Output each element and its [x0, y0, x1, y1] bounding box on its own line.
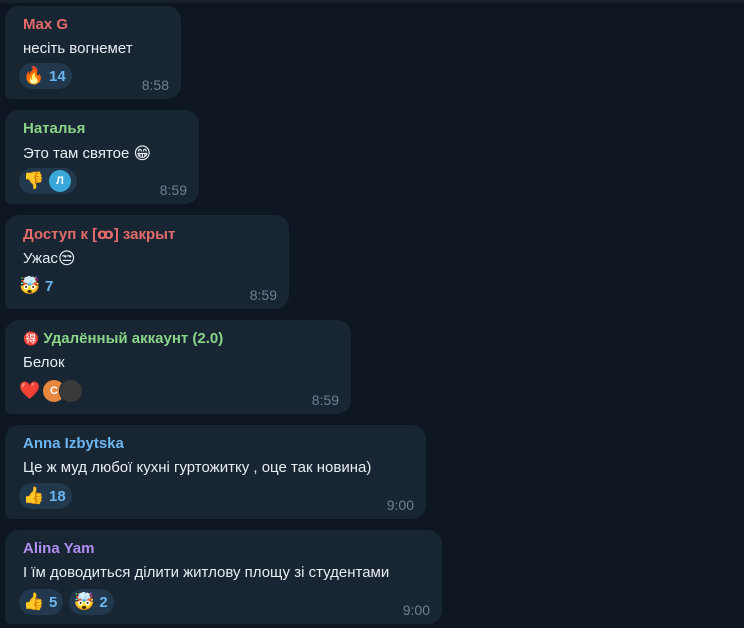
message-text: Це ж муд любої кухні гуртожитку , оце та… [23, 459, 372, 476]
message-time: 9:00 [402, 602, 430, 618]
heart-icon: ❤️ [19, 381, 41, 400]
exploding-head-icon: 🤯 [73, 592, 95, 611]
message-time: 8:59 [249, 287, 277, 303]
sender-name[interactable]: Доступ к [ꝏ] закрыт [23, 225, 175, 243]
message-bubble[interactable]: 🉐 Удалённый аккаунт (2.0) Белок ❤️ С 8:5… [5, 320, 351, 414]
reaction-chip[interactable]: 🤯 7 [19, 273, 59, 299]
reactions-bar: 👎 Л [19, 168, 77, 194]
message-time: 8:59 [159, 182, 187, 198]
reactor-avatar-photo [59, 379, 83, 403]
message-time: 9:00 [386, 497, 414, 513]
message-text-content: Ужас [23, 249, 58, 267]
message-text: Это там святое 😁 [23, 144, 151, 164]
sender-name[interactable]: 🉐 Удалённый аккаунт (2.0) [23, 330, 223, 347]
reaction-count: 7 [45, 277, 54, 295]
thumbs-up-icon: 👍 [23, 592, 45, 611]
thumbs-down-icon: 👎 [23, 171, 45, 190]
reactions-bar: 🔥 14 [19, 63, 72, 89]
message-text-content: Это там святое [23, 144, 130, 162]
reactions-bar: 👍 18 [19, 483, 72, 509]
message-bubble[interactable]: Доступ к [ꝏ] закрыт Ужас😒 🤯 7 8:59 [5, 215, 289, 309]
reactor-avatar: Л [49, 170, 71, 192]
reaction-chip[interactable]: 👍 5 [19, 589, 64, 615]
reaction-chip[interactable]: 🤯 2 [69, 589, 114, 615]
reaction-chip[interactable]: ❤️ С [19, 378, 89, 404]
message-text: Белок [23, 354, 65, 371]
reaction-count: 18 [49, 487, 66, 505]
message-text: Ужас😒 [23, 249, 76, 269]
unamused-face-icon: 😒 [57, 249, 76, 268]
reaction-count: 2 [99, 593, 108, 611]
thumbs-up-icon: 👍 [23, 486, 45, 505]
reaction-chip[interactable]: 👎 Л [19, 168, 77, 194]
sender-name[interactable]: Alina Yam [23, 540, 94, 557]
message-bubble[interactable]: Max G несіть вогнемет 🔥 14 8:58 [5, 6, 181, 99]
fire-icon: 🔥 [23, 66, 45, 85]
sender-name[interactable]: Наталья [23, 120, 85, 137]
message-bubble[interactable]: Anna Izbytska Це ж муд любої кухні гурто… [5, 425, 426, 519]
reaction-chip[interactable]: 🔥 14 [19, 63, 72, 89]
reactions-bar: 👍 5 🤯 2 [19, 589, 114, 615]
reaction-count: 14 [49, 67, 66, 85]
exploding-head-icon: 🤯 [19, 276, 41, 295]
message-bubble[interactable]: Alina Yam І їм доводиться ділити житлову… [5, 530, 442, 624]
message-time: 8:59 [311, 392, 339, 408]
sender-badge-icon: 🉐 [23, 331, 40, 346]
message-time: 8:58 [141, 77, 169, 93]
message-text: І їм доводиться ділити житлову площу зі … [23, 564, 390, 581]
message-bubble[interactable]: Наталья Это там святое 😁 👎 Л 8:59 [5, 110, 199, 204]
chat-header-edge [0, 0, 744, 3]
sender-name-text: Удалённый аккаунт (2.0) [43, 330, 224, 347]
reaction-chip[interactable]: 👍 18 [19, 483, 72, 509]
reactions-bar: 🤯 7 [19, 273, 59, 299]
message-text: несіть вогнемет [23, 40, 133, 57]
reactions-bar: ❤️ С [19, 378, 89, 404]
grinning-face-icon: 😁 [133, 144, 152, 163]
sender-name[interactable]: Anna Izbytska [23, 435, 124, 452]
sender-name[interactable]: Max G [23, 16, 68, 33]
reaction-count: 5 [49, 593, 58, 611]
